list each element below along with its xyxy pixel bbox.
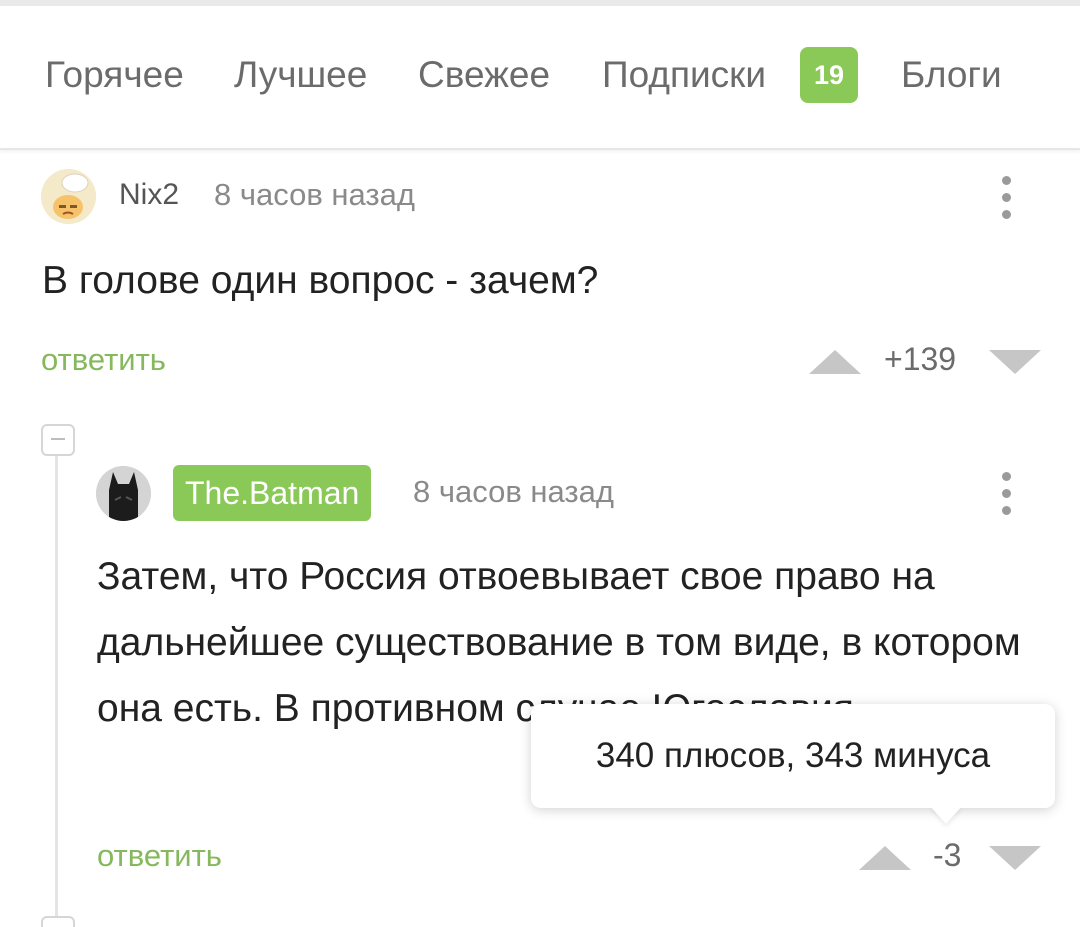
subscriptions-count-badge: 19 [800, 47, 858, 103]
upvote-icon[interactable] [859, 846, 911, 870]
thread-line[interactable] [55, 424, 58, 927]
comment-author[interactable]: Nix2 [119, 178, 179, 212]
tab-fresh[interactable]: Свежее [418, 54, 550, 96]
comment-rating[interactable]: +139 [884, 341, 956, 378]
upvote-icon[interactable] [809, 350, 861, 374]
comment-time: 8 часов назад [214, 177, 415, 212]
batman-avatar-icon[interactable] [96, 466, 151, 521]
downvote-icon[interactable] [989, 846, 1041, 870]
avatar-icon[interactable] [41, 169, 96, 224]
collapse-thread-icon[interactable] [41, 424, 75, 456]
rating-tooltip: 340 плюсов, 343 минуса [531, 704, 1055, 808]
reply-link[interactable]: ответить [97, 838, 222, 874]
reply-link[interactable]: ответить [41, 342, 166, 378]
section-nav: Горячее Лучшее Свежее Подписки 19 Блоги [0, 6, 1080, 150]
more-options-icon[interactable] [997, 174, 1017, 222]
collapse-thread-icon[interactable] [41, 916, 75, 927]
tab-subscriptions[interactable]: Подписки [602, 54, 766, 96]
comment-rating[interactable]: -3 [933, 837, 961, 874]
comment-body: В голове один вопрос - зачем? [42, 259, 599, 302]
comments-page: Горячее Лучшее Свежее Подписки 19 Блоги … [0, 0, 1080, 927]
more-options-icon[interactable] [997, 470, 1017, 518]
comment-time: 8 часов назад [413, 474, 614, 509]
tab-blogs[interactable]: Блоги [901, 54, 1002, 96]
tooltip-pointer [930, 806, 962, 824]
tab-best[interactable]: Лучшее [234, 54, 367, 96]
comment-author-chip[interactable]: The.Batman [173, 465, 372, 521]
tab-hot[interactable]: Горячее [45, 54, 184, 96]
downvote-icon[interactable] [989, 350, 1041, 374]
